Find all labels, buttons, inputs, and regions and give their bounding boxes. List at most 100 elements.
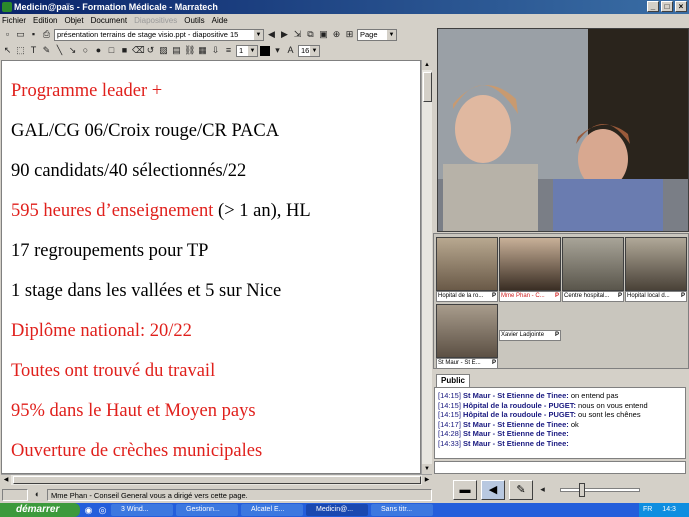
close-button[interactable]: × (675, 1, 687, 12)
volume-slider-handle[interactable] (579, 482, 585, 497)
quicklaunch-icon[interactable]: ◎ (97, 505, 108, 516)
chat-sender: Hôpital de la roudoule - PUGET: (463, 410, 576, 420)
chat-log[interactable]: [14:15] St Maur - St Etienne de Tinee: o… (434, 387, 686, 459)
slide-canvas[interactable]: Programme leader + GAL/CG 06/Croix rouge… (1, 60, 421, 474)
text-tool-icon[interactable]: T (28, 45, 39, 56)
rect-filled-icon[interactable]: ■ (119, 45, 130, 56)
scroll-right-icon[interactable]: ▶ (422, 475, 432, 485)
chevron-down-icon: ▼ (248, 45, 257, 56)
vertical-scrollbar[interactable]: ▲ ▼ (421, 60, 432, 474)
open-folder-icon[interactable]: ▭ (15, 29, 26, 40)
slide-line-10: Ouverture de crèches municipales (11, 441, 263, 461)
volume-slider[interactable] (560, 482, 640, 497)
new-document-icon[interactable]: ▫ (2, 29, 13, 40)
menu-objet[interactable]: Objet (64, 14, 83, 27)
participant-name: Mme Phan - C... (501, 293, 545, 299)
save-icon[interactable]: ▪ (28, 29, 39, 40)
chat-input[interactable] (434, 461, 686, 474)
participant-label: St Maur - St E... P (436, 358, 498, 369)
menu-edition[interactable]: Edition (33, 14, 57, 27)
menu-document[interactable]: Document (91, 14, 127, 27)
chevron-down-icon: ▼ (254, 29, 263, 40)
previous-slide-icon[interactable]: ◀ (266, 29, 277, 40)
sticky-note-icon[interactable]: ▤ (171, 45, 182, 56)
tray-language[interactable]: FR (643, 506, 652, 513)
line-width-icon[interactable]: ≡ (223, 45, 234, 56)
participant-tile[interactable]: St Maur - St E... P (436, 304, 498, 370)
camera-toggle-button[interactable]: ▬ (453, 479, 477, 500)
main-video[interactable] (437, 28, 689, 232)
menu-fichier[interactable]: Fichier (2, 14, 26, 27)
chat-panel: Public [14:15] St Maur - St Etienne de T… (433, 372, 689, 477)
circle-filled-icon[interactable]: ● (93, 45, 104, 56)
video-feed-image (438, 29, 688, 231)
system-tray: FR 14:3 (639, 503, 689, 517)
grid-icon[interactable]: ⊞ (344, 29, 355, 40)
slide-line-4-rest: (> 1 an), HL (213, 201, 311, 221)
eraser-icon[interactable]: ⌫ (132, 45, 145, 56)
zoom-icon[interactable]: ⊕ (331, 29, 342, 40)
taskbar-item[interactable]: Gestionn... (176, 504, 238, 516)
line-tool-icon[interactable]: ╲ (54, 45, 65, 56)
color-swatch-icon[interactable] (260, 45, 270, 56)
scroll-left-icon[interactable]: ◀ (1, 475, 11, 485)
quicklaunch-icon[interactable]: ◉ (83, 505, 94, 516)
image-icon[interactable]: ▨ (158, 45, 169, 56)
tab-public[interactable]: Public (436, 374, 470, 387)
taskbar-item[interactable]: Medicin@... (306, 504, 368, 516)
follow-icon[interactable]: ⇲ (292, 29, 303, 40)
vertical-scroll-thumb[interactable] (423, 72, 432, 102)
font-size-icon[interactable]: A (285, 45, 296, 56)
minimize-button[interactable]: _ (647, 1, 659, 12)
participant-video (436, 237, 498, 291)
participant-video (562, 237, 624, 291)
pen-icon[interactable]: ✎ (41, 45, 52, 56)
chevron-down-icon: ▼ (310, 45, 319, 56)
scroll-up-icon[interactable]: ▲ (422, 60, 432, 70)
link-icon[interactable]: ⛓ (184, 45, 195, 56)
horizontal-scrollbar[interactable]: ◀ ▶ (1, 474, 432, 485)
document-select-value: présentation terrains de stage visio.ppt… (57, 29, 239, 39)
chat-text: on entend pas (570, 391, 619, 400)
scroll-down-icon[interactable]: ▼ (422, 464, 432, 474)
copy-icon[interactable]: ⧉ (305, 29, 316, 40)
status-indicator (2, 488, 28, 501)
start-button[interactable]: démarrer (0, 503, 80, 517)
snapshot-icon[interactable]: ▣ (318, 29, 329, 40)
print-icon[interactable]: ⎙ (41, 29, 52, 40)
font-size-select[interactable]: 16 ▼ (298, 44, 320, 57)
menu-diapositives[interactable]: Diapositives (134, 14, 177, 27)
menu-aide[interactable]: Aide (212, 14, 228, 27)
chat-message: [14:33] St Maur - St Etienne de Tinee: (438, 439, 682, 449)
line-width-value: 1 (239, 45, 244, 55)
maximize-button[interactable]: □ (661, 1, 673, 12)
participant-tile[interactable]: Hopital local d... P (625, 237, 687, 303)
menu-outils[interactable]: Outils (184, 14, 204, 27)
pointer-icon[interactable]: ↖ (2, 45, 13, 56)
participant-badge: P (617, 293, 622, 299)
participant-tile[interactable]: Mme Phan - C... P (499, 237, 561, 303)
participant-tile-no-video[interactable]: Xavier Ladjointe P (499, 330, 561, 343)
chevron-down-icon[interactable]: ▾ (272, 45, 283, 56)
taskbar-item[interactable]: Alcatel E... (241, 504, 303, 516)
select-rect-icon[interactable]: ⬚ (15, 45, 26, 56)
taskbar-item[interactable]: Sans titr... (371, 504, 433, 516)
circle-outline-icon[interactable]: ○ (80, 45, 91, 56)
taskbar-item[interactable]: 3 Wind... (111, 504, 173, 516)
line-width-select[interactable]: 1 ▼ (236, 44, 258, 57)
arrow-line-icon[interactable]: ↘ (67, 45, 78, 56)
view-select[interactable]: Page ▼ (357, 28, 397, 41)
document-select[interactable]: présentation terrains de stage visio.ppt… (54, 28, 264, 41)
microphone-toggle-button[interactable]: ✎ (509, 479, 533, 500)
clipboard-icon[interactable]: ▦ (197, 45, 208, 56)
media-controls: ▬ ◀ ✎ ◂ (433, 477, 689, 502)
participant-tile[interactable]: Centre hospital... P (562, 237, 624, 303)
import-icon[interactable]: ⇩ (210, 45, 221, 56)
participant-video (625, 237, 687, 291)
speaker-toggle-button[interactable]: ◀ (481, 479, 505, 500)
rect-outline-icon[interactable]: □ (106, 45, 117, 56)
next-slide-icon[interactable]: ▶ (279, 29, 290, 40)
horizontal-scroll-thumb[interactable] (13, 476, 421, 484)
undo-icon[interactable]: ↺ (145, 45, 156, 56)
participant-tile[interactable]: Hopital de la ro... P (436, 237, 498, 303)
